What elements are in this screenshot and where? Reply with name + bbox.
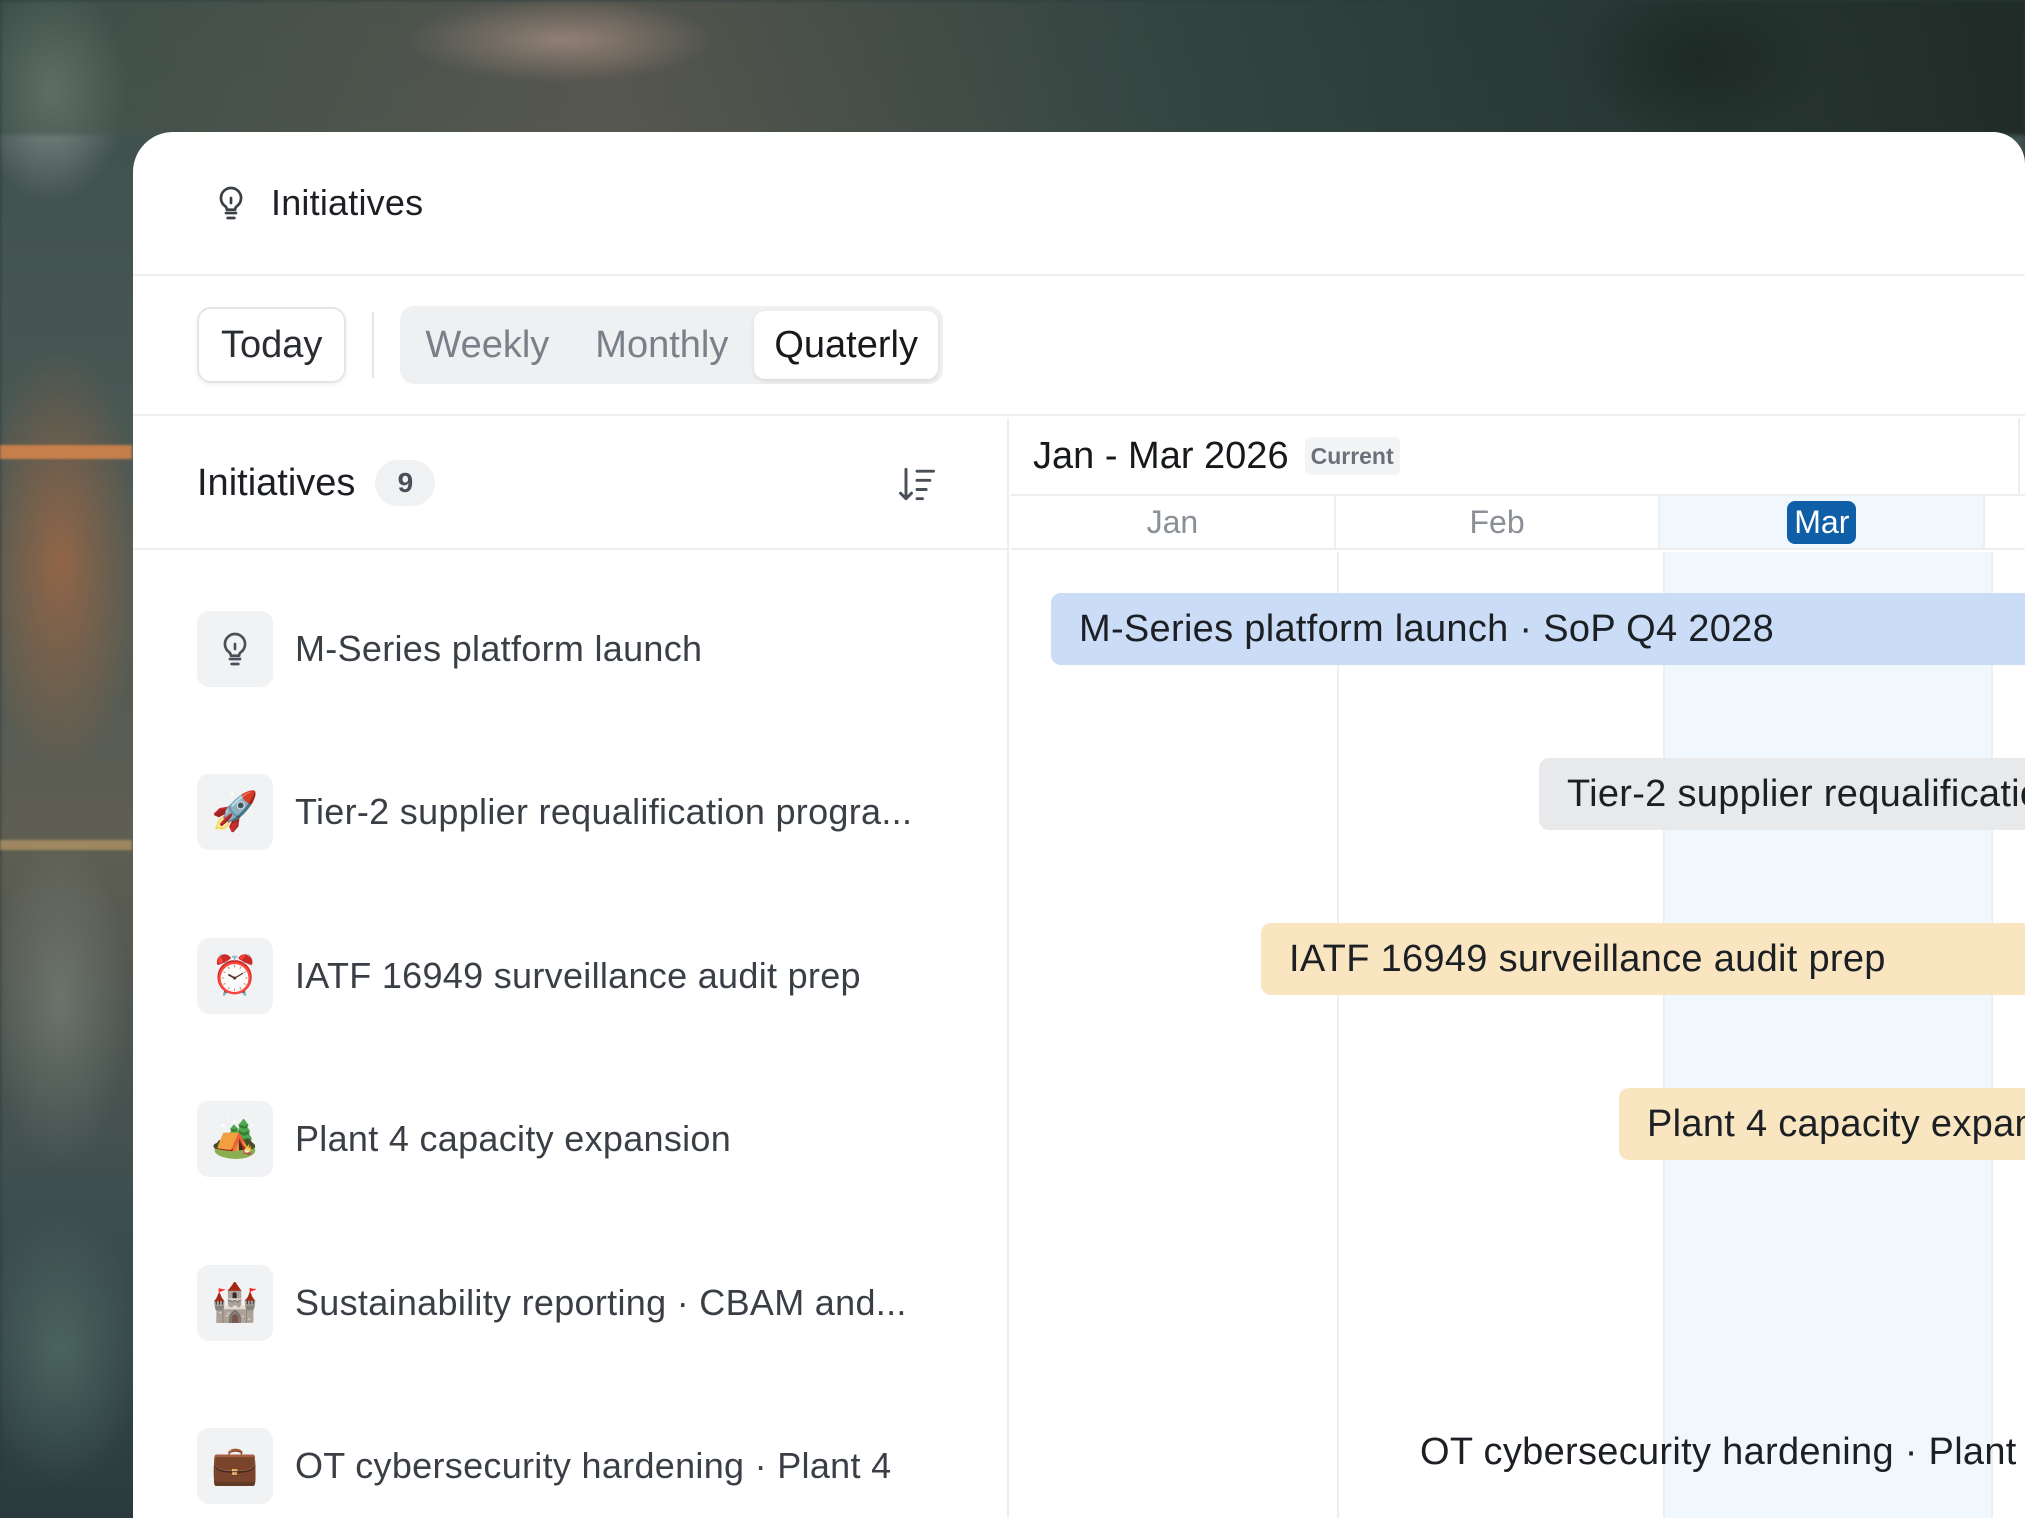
initiatives-list: Initiatives 9 M-Series platform launch �: [133, 418, 1009, 1518]
month-jan: Jan: [1011, 496, 1336, 548]
initiative-label: Sustainability reporting · CBAM and...: [295, 1282, 907, 1323]
roadmap-content: Initiatives 9 M-Series platform launch �: [133, 418, 2025, 1518]
timeline-bar[interactable]: Tier-2 supplier requalification program: [1539, 758, 2025, 830]
month-mar: Mar: [1660, 496, 1986, 548]
rocket-icon: 🚀: [197, 774, 273, 850]
month-gridline: [1991, 552, 1993, 1518]
view-weekly-tab[interactable]: Weekly: [405, 311, 569, 379]
lightbulb-icon: [223, 632, 247, 666]
current-month-band: [1665, 552, 1991, 1518]
list-header: Initiatives 9: [133, 418, 1007, 550]
background-detail: [0, 840, 132, 850]
count-badge: 9: [375, 460, 436, 506]
toolbar-divider: [372, 312, 375, 378]
timeline-bar[interactable]: IATF 16949 surveillance audit prep: [1261, 923, 2025, 995]
view-toolbar: Today Weekly Monthly Quaterly: [133, 276, 2025, 416]
list-item[interactable]: ⏰ IATF 16949 surveillance audit prep: [197, 938, 861, 1014]
background-detail: [0, 445, 132, 459]
camping-icon: 🏕️: [197, 1101, 273, 1177]
month-next: [1985, 496, 2025, 548]
timeline-bar[interactable]: M-Series platform launch · SoP Q4 2028: [1051, 593, 2025, 665]
current-badge: Current: [1304, 437, 1400, 475]
timeline-bar[interactable]: OT cybersecurity hardening · Plant 4: [1420, 1416, 2020, 1488]
initiative-label: M-Series platform launch: [295, 628, 703, 669]
range-title: Jan - Mar 2026: [1033, 434, 1289, 477]
initiative-icon: [197, 611, 273, 687]
initiatives-panel: Initiatives Today Weekly Monthly Quaterl…: [133, 132, 2025, 1518]
list-item[interactable]: 🏕️ Plant 4 capacity expansion: [197, 1101, 731, 1177]
list-item[interactable]: 💼 OT cybersecurity hardening · Plant 4: [197, 1428, 891, 1504]
list-item[interactable]: 🚀 Tier-2 supplier requalification progra…: [197, 774, 912, 850]
initiative-label: Tier-2 supplier requalification progra..…: [295, 791, 913, 832]
castle-icon: 🏰: [197, 1265, 273, 1341]
list-item[interactable]: 🏰 Sustainability reporting · CBAM and...: [197, 1265, 907, 1341]
month-gridline: [1337, 552, 1339, 1518]
current-month-pill: Mar: [1787, 500, 1857, 544]
timeline-range-header: Jan - Mar 2026 Current A: [1011, 418, 2025, 494]
months-header: Jan Feb Mar: [1011, 494, 2025, 550]
panel-header: Initiatives: [133, 132, 2025, 276]
sort-icon[interactable]: [895, 462, 939, 506]
briefcase-icon: 💼: [197, 1428, 273, 1504]
view-quarterly-tab[interactable]: Quaterly: [754, 311, 938, 379]
timeline-bar[interactable]: Plant 4 capacity expansion: [1619, 1088, 2025, 1160]
page-title: Initiatives: [271, 182, 424, 223]
view-switcher: Weekly Monthly Quaterly: [400, 306, 943, 384]
today-button[interactable]: Today: [197, 307, 347, 383]
initiative-label: OT cybersecurity hardening · Plant 4: [295, 1445, 892, 1486]
view-monthly-tab[interactable]: Monthly: [575, 311, 748, 379]
initiative-label: IATF 16949 surveillance audit prep: [295, 955, 861, 996]
month-feb: Feb: [1336, 496, 1661, 548]
next-range-title: A: [2018, 418, 2025, 494]
list-item[interactable]: M-Series platform launch: [197, 611, 702, 687]
lightbulb-icon: [219, 186, 243, 220]
alarm-clock-icon: ⏰: [197, 938, 273, 1014]
month-gridline: [1663, 552, 1665, 1518]
timeline: Jan - Mar 2026 Current A Jan Feb Mar M-S…: [1011, 418, 2025, 1518]
list-title: Initiatives: [197, 461, 356, 504]
initiative-label: Plant 4 capacity expansion: [295, 1118, 732, 1159]
